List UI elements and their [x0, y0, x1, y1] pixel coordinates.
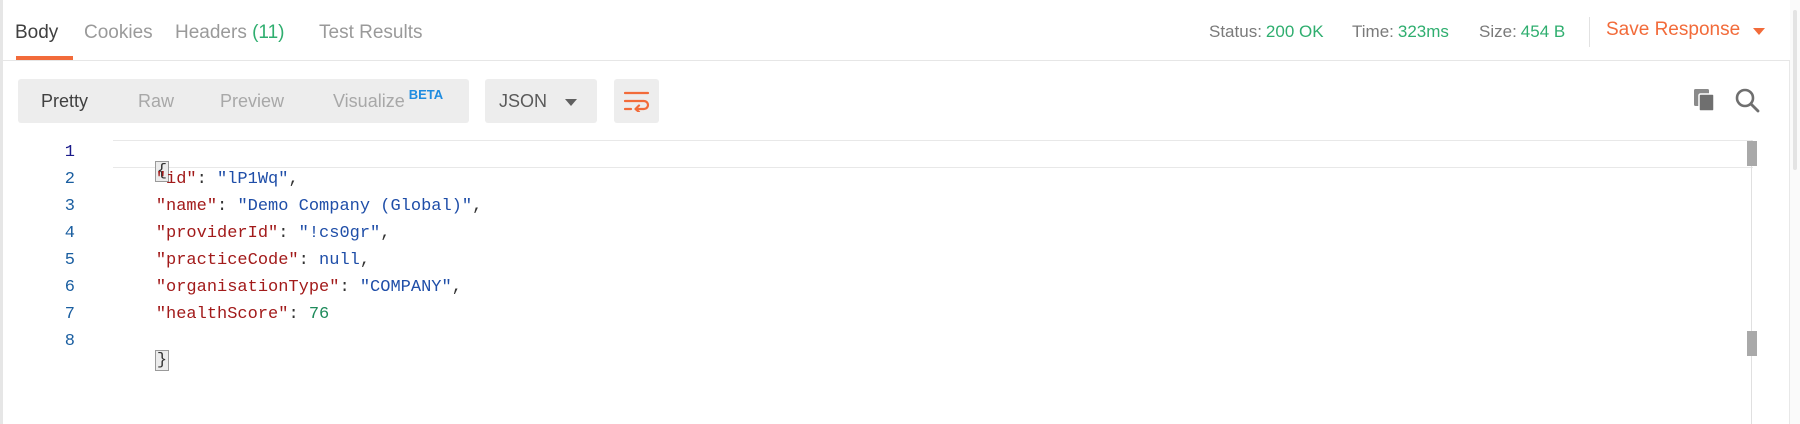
- json-value: null: [319, 251, 360, 270]
- view-mode-group: Pretty Raw Preview Visualize BETA: [18, 79, 469, 123]
- json-value: 76: [308, 305, 330, 324]
- tab-headers[interactable]: Headers (11): [175, 22, 285, 44]
- scroll-marker-bottom: [1747, 331, 1757, 356]
- line-number: 4: [64, 224, 75, 243]
- beta-badge: BETA: [408, 87, 444, 102]
- code-line: "organisationType": "COMPANY",: [155, 278, 462, 297]
- json-key: "name": [155, 197, 218, 216]
- save-response-button[interactable]: Save Response: [1606, 19, 1740, 41]
- search-icon[interactable]: [1733, 86, 1761, 114]
- code-line: "healthScore": 76: [155, 305, 330, 324]
- active-line-highlight: [113, 140, 1753, 168]
- scroll-marker-top: [1747, 141, 1757, 166]
- line-number: 3: [64, 197, 75, 216]
- time-readout: Time: 323ms: [1352, 22, 1449, 42]
- response-tabs-bar: Body Cookies Headers (11) Test Results S…: [3, 0, 1790, 61]
- mode-preview-label: Preview: [220, 91, 285, 111]
- json-trail: ,: [359, 251, 371, 270]
- json-value: "Demo Company (Global)": [237, 197, 473, 216]
- tab-cookies-label: Cookies: [84, 22, 153, 43]
- tab-test-results[interactable]: Test Results: [319, 22, 422, 44]
- json-trail: ,: [472, 197, 483, 216]
- size-label: Size:: [1479, 22, 1517, 41]
- mode-visualize-label: Visualize: [333, 91, 405, 111]
- window-scrollbar[interactable]: [1789, 0, 1800, 424]
- mode-pretty-label: Pretty: [41, 91, 89, 111]
- copy-icon[interactable]: [1690, 86, 1718, 114]
- json-trail: ,: [288, 170, 299, 189]
- mode-raw[interactable]: Raw: [138, 91, 174, 112]
- close-brace: }: [154, 350, 170, 371]
- json-value: "!cs0gr": [298, 224, 381, 243]
- save-response-dropdown-icon[interactable]: [1753, 28, 1765, 35]
- code-line: "providerId": "!cs0gr",: [155, 224, 391, 243]
- code-line: "name": "Demo Company (Global)",: [155, 197, 483, 216]
- status-label: Status:: [1209, 22, 1262, 41]
- json-value: "lP1Wq": [217, 170, 289, 189]
- active-tab-indicator: [16, 56, 73, 60]
- line-number: 7: [64, 305, 75, 324]
- time-label: Time:: [1352, 22, 1394, 41]
- status-readout: Status: 200 OK: [1209, 22, 1324, 42]
- tab-test-results-label: Test Results: [319, 22, 423, 43]
- tab-body-label: Body: [15, 22, 59, 43]
- window-scroll-thumb[interactable]: [1793, 10, 1797, 170]
- topbar-divider: [1589, 17, 1590, 47]
- line-number: 8: [64, 332, 75, 351]
- line-number: 6: [64, 278, 75, 297]
- line-number: 5: [64, 251, 75, 270]
- code-line: "id": "lP1Wq",: [155, 170, 299, 189]
- json-value: "COMPANY": [359, 278, 452, 297]
- mode-visualize[interactable]: Visualize BETA: [333, 87, 443, 112]
- format-select-value: JSON: [499, 91, 548, 111]
- wrap-lines-icon: [624, 91, 650, 112]
- code-line: "practiceCode": null,: [155, 251, 371, 270]
- format-select[interactable]: JSON: [485, 79, 597, 123]
- time-value: 323ms: [1397, 22, 1449, 41]
- json-key: "organisationType": [155, 278, 340, 297]
- wrap-lines-button[interactable]: [614, 79, 659, 123]
- json-key: "healthScore": [155, 305, 289, 324]
- json-key: "practiceCode": [155, 251, 299, 270]
- status-value: 200 OK: [1265, 22, 1324, 41]
- mode-preview[interactable]: Preview: [220, 91, 284, 112]
- line-number: 1: [64, 143, 75, 162]
- json-key: "id": [155, 170, 197, 189]
- json-key: "providerId": [155, 224, 279, 243]
- headers-count-badge: (11): [252, 22, 285, 43]
- tab-cookies[interactable]: Cookies: [84, 22, 153, 44]
- size-readout: Size: 454 B: [1479, 22, 1565, 42]
- mode-raw-label: Raw: [138, 91, 175, 111]
- tab-body[interactable]: Body: [15, 22, 58, 44]
- tab-headers-label: Headers: [175, 22, 247, 43]
- chevron-down-icon: [565, 99, 577, 106]
- size-value: 454 B: [1520, 22, 1566, 41]
- mode-pretty[interactable]: Pretty: [41, 91, 88, 112]
- response-body-editor[interactable]: 1 2 3 4 5 6 7 8 { "id": "lP1Wq", "name":…: [3, 140, 1757, 424]
- editor-scrollbar-track[interactable]: [1751, 140, 1752, 424]
- json-trail: ,: [380, 224, 391, 243]
- code-line: }: [115, 332, 170, 389]
- json-trail: ,: [451, 278, 462, 297]
- line-number: 2: [64, 170, 75, 189]
